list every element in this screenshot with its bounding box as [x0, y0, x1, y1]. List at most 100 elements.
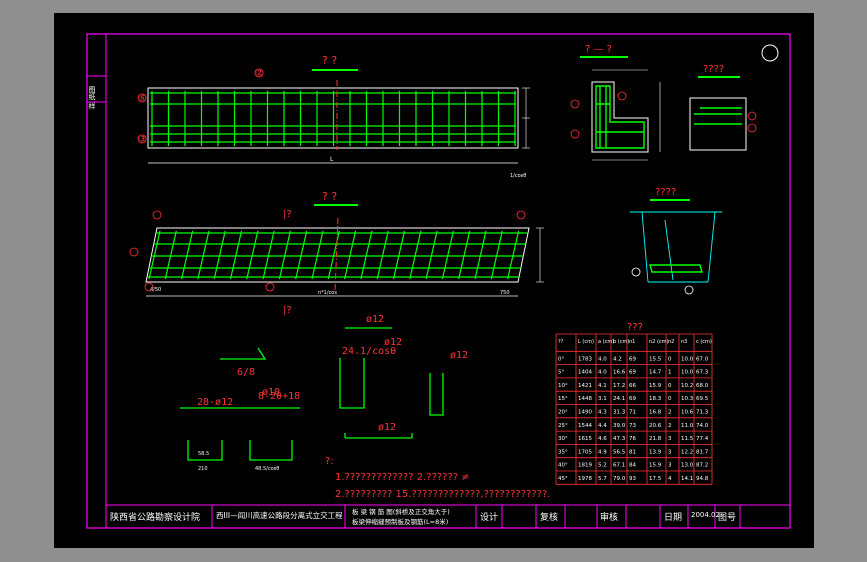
table-header-cell: n2 (cm)	[649, 339, 669, 345]
detail-a-balloons	[747, 111, 757, 133]
plan-stirrup	[409, 230, 422, 280]
plan-rebar-group	[147, 230, 528, 280]
table-cell: 66	[629, 383, 636, 389]
table-cell: 69	[629, 396, 636, 402]
elevation-rebar-group	[150, 91, 516, 146]
elevation-right-dims	[522, 87, 530, 149]
table-cell: 11.5	[681, 436, 694, 442]
bar-8-a: 58.5	[198, 451, 209, 457]
table-cell: 10.0	[681, 356, 694, 362]
table-cell: 69.5	[696, 396, 709, 402]
table-cell: 24.1	[613, 396, 625, 402]
table-cell: 67.3	[696, 370, 709, 376]
table-cell: 4.4	[598, 423, 607, 429]
bar-4-u	[187, 440, 223, 461]
drawing-name-line-1: 板 梁 钢 筋 图(斜桥及正交角大于)	[352, 508, 450, 516]
table-cell: 5.7	[598, 476, 607, 482]
bar-detail-group	[180, 327, 444, 461]
plan-right-dims	[536, 227, 544, 283]
table-cell: 11.0	[681, 423, 694, 429]
table-cell: 71.3	[696, 410, 709, 416]
bar-7-top: ø12	[450, 350, 468, 361]
date-value: 2004.02	[691, 511, 720, 519]
bar-5-top: ø12	[366, 314, 384, 325]
plan-stirrup	[197, 230, 210, 280]
elev-balloons	[137, 68, 264, 144]
table-cell: 1819	[578, 463, 592, 469]
table-cell: 14.1	[681, 476, 693, 482]
notes-title: ?:	[325, 456, 334, 467]
plan-balloons	[129, 210, 526, 292]
bar-4-top: ø10	[262, 387, 280, 398]
plan-stirrup	[295, 230, 308, 280]
table-cell: 16.8	[649, 410, 662, 416]
elevation-scale-label: 1/cosθ	[510, 173, 526, 179]
quantity-table: ?? L (cm) a (cm)b (cm) n1 n2 (cm) n2 n3 c (cm) 0…	[555, 333, 713, 485]
table-cell: 15.9	[649, 463, 662, 469]
section-dims	[592, 69, 661, 161]
bar-8-c: 48.5/cosθ	[255, 466, 279, 472]
table-cell: 1404	[578, 370, 592, 376]
table-cell: 69	[629, 370, 636, 376]
table-cell: 81	[629, 449, 636, 455]
table-cell: 69	[629, 356, 636, 362]
plan-stirrup	[360, 230, 373, 280]
table-cell: 1544	[578, 423, 592, 429]
drawing-name-line-2: 板梁伸缩缝预制板及钢筋(L=8米)	[352, 518, 449, 526]
sheet-label: 图号	[718, 513, 737, 523]
table-cell: 93	[629, 476, 636, 482]
table-cell: 10.6	[681, 410, 694, 416]
note-2: 2.????????? 15.?????????????,???????????…	[335, 489, 550, 500]
plan-right-dim-label: 750	[500, 290, 510, 296]
plan-stirrup	[229, 230, 243, 280]
table-cell: 15.9	[649, 383, 662, 389]
table-cell: 67.0	[696, 356, 709, 362]
table-header-cell: c (cm)	[696, 339, 712, 345]
table-cell: 0°	[558, 356, 564, 362]
table-cell: 94.8	[696, 476, 709, 482]
table-cell: 76	[629, 436, 636, 442]
table-cell: 20°	[558, 410, 568, 416]
table-cell: 1783	[578, 356, 592, 362]
plan-stirrup	[474, 230, 487, 280]
table-cell: 4.9	[598, 449, 607, 455]
bar-8-top: ø12	[378, 422, 396, 433]
table-cell: 87.2	[696, 463, 708, 469]
table-cell: 18.3	[649, 396, 662, 402]
plan-stirrup	[213, 230, 226, 280]
drawing-sheet[interactable]: 图纸 样 ? ? L 1/cosθ ② ⑥ ③ ? ? |? |? n*1/co…	[0, 0, 867, 562]
plan-stirrup	[278, 230, 291, 280]
table-cell: 71	[629, 410, 636, 416]
table-header-cell: n3	[681, 339, 687, 345]
table-cell: 84	[629, 463, 636, 469]
table-cell: 16.6	[613, 370, 626, 376]
review-label: 审核	[600, 513, 619, 523]
table-cell: 73	[629, 423, 636, 429]
company-name: 陕西省公路勘察设计院	[110, 513, 201, 523]
table-cell: 74.0	[696, 423, 709, 429]
bar-3-shape	[220, 347, 267, 360]
table-cell: 79.0	[613, 476, 626, 482]
check-label: 复核	[540, 513, 559, 523]
table-cell: 3.1	[598, 396, 607, 402]
table-cell: 31.3	[613, 410, 626, 416]
table-cell: 67.1	[613, 463, 625, 469]
table-cell: 13.0	[681, 463, 694, 469]
north-symbol	[761, 44, 779, 62]
table-cell: 1490	[578, 410, 592, 416]
table-cell: 30°	[558, 436, 568, 442]
table-cell: 1978	[578, 476, 592, 482]
table-cell: 4.1	[598, 383, 607, 389]
elevation-length-label: L	[330, 156, 334, 163]
table-cell: 47.3	[613, 436, 626, 442]
table-cell: 4.0	[598, 370, 607, 376]
table-cell: 81.7	[696, 449, 709, 455]
bar-5-stirrup	[339, 358, 365, 409]
table-cell: 3	[668, 436, 672, 442]
section-mark-top: |?	[283, 209, 292, 220]
detail-b-title: ????	[655, 187, 676, 198]
table-cell: 77.4	[696, 436, 709, 442]
plan-centerline	[334, 217, 339, 293]
table-cell: 45°	[558, 476, 568, 482]
table-cell: 10°	[558, 383, 568, 389]
